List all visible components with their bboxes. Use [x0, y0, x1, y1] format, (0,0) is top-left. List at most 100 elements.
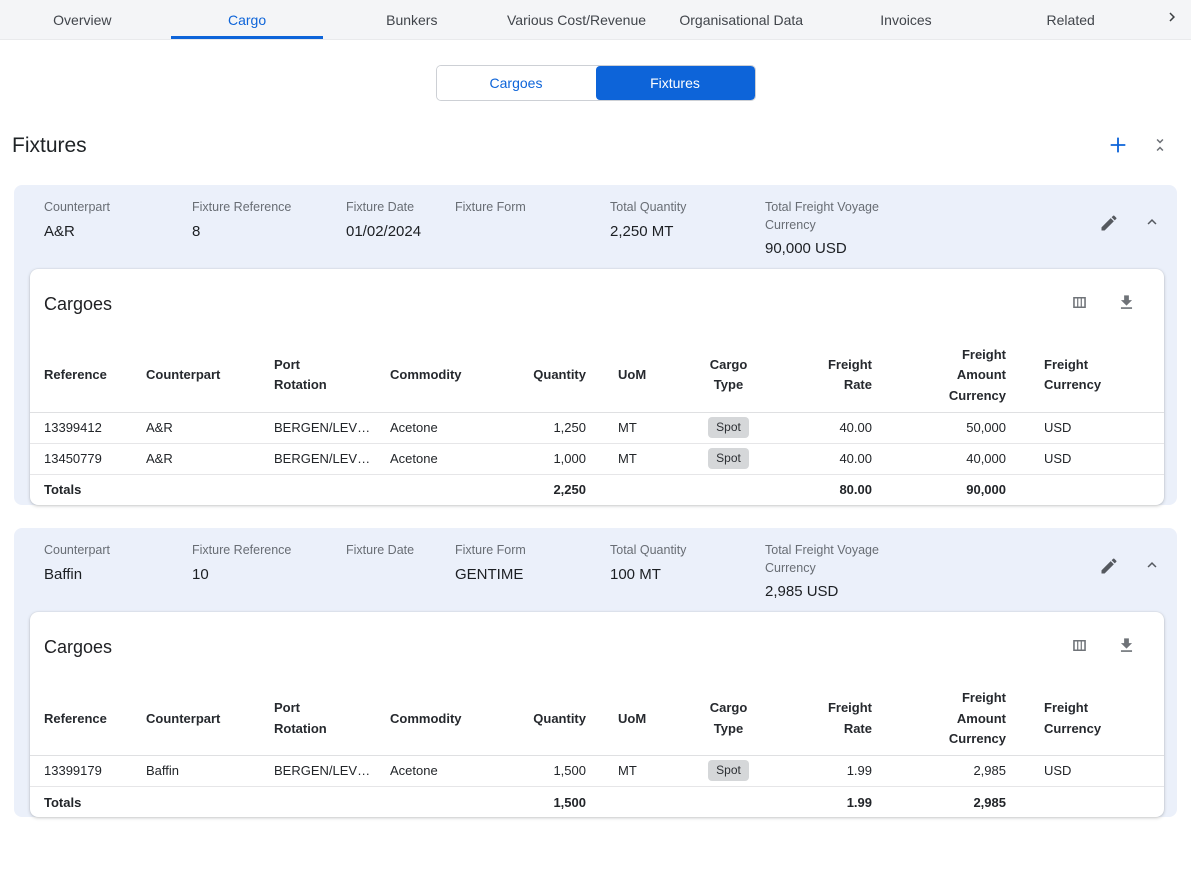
nav-tab-related[interactable]: Related	[988, 0, 1153, 39]
field-fixture-date: Fixture Date	[346, 542, 455, 602]
download-button[interactable]	[1115, 291, 1138, 317]
edit-fixture-button[interactable]	[1097, 554, 1121, 581]
nav-tab-cargo[interactable]: Cargo	[165, 0, 330, 39]
cell-port-rotation: BERGEN/LEV…	[274, 755, 390, 786]
cell-counterpart: A&R	[146, 443, 274, 474]
field-label: Counterpart	[44, 542, 182, 560]
totals-quantity: 2,250	[506, 474, 598, 505]
cargoes-table: Reference Counterpart Port Rotation Comm…	[30, 682, 1164, 817]
field-label: Fixture Form	[455, 199, 600, 217]
nav-tab-overview[interactable]: Overview	[0, 0, 165, 39]
fixtures-toggle-button[interactable]: Fixtures	[596, 66, 755, 100]
field-total-quantity: Total Quantity 2,250 MT	[610, 199, 765, 259]
nav-overflow-button[interactable]	[1153, 0, 1191, 39]
nav-tab-organisational-data[interactable]: Organisational Data	[659, 0, 824, 39]
field-fixture-date: Fixture Date 01/02/2024	[346, 199, 455, 259]
cell-freight-rate: 40.00	[776, 443, 884, 474]
unfold-less-icon	[1151, 136, 1169, 157]
field-fixture-form: Fixture Form	[455, 199, 610, 259]
totals-quantity: 1,500	[506, 786, 598, 817]
cell-freight-rate: 1.99	[776, 755, 884, 786]
download-button[interactable]	[1115, 634, 1138, 660]
field-counterpart: Counterpart Baffin	[44, 542, 192, 602]
add-fixture-button[interactable]	[1105, 132, 1131, 161]
cargo-type-badge: Spot	[708, 448, 749, 469]
cargo-row: 13399412 A&R BERGEN/LEV… Acetone 1,250 M…	[30, 412, 1164, 443]
field-total-freight-voyage-currency: Total Freight Voyage Currency 2,985 USD	[765, 542, 935, 602]
chevron-right-icon	[1163, 8, 1181, 31]
nav-tab-bunkers[interactable]: Bunkers	[329, 0, 494, 39]
col-quantity: Quantity	[506, 339, 598, 412]
totals-label: Totals	[30, 786, 146, 817]
collapse-all-button[interactable]	[1149, 134, 1171, 159]
collapse-fixture-button[interactable]	[1141, 211, 1163, 236]
totals-freight-amount-currency: 90,000	[884, 474, 1018, 505]
cell-freight-amount-currency: 2,985	[884, 755, 1018, 786]
view-columns-icon	[1070, 636, 1089, 658]
field-label: Total Freight Voyage Currency	[765, 542, 925, 577]
pencil-icon	[1099, 213, 1119, 236]
view-toggle: Cargoes Fixtures	[436, 65, 756, 101]
col-cargo-type: Cargo Type	[681, 339, 776, 412]
field-label: Fixture Date	[346, 199, 445, 217]
nav-tab-invoices[interactable]: Invoices	[824, 0, 989, 39]
cell-quantity: 1,500	[506, 755, 598, 786]
columns-button[interactable]	[1068, 634, 1091, 660]
cell-commodity: Acetone	[390, 755, 506, 786]
field-value: 2,250 MT	[610, 222, 755, 242]
cell-port-rotation: BERGEN/LEV…	[274, 443, 390, 474]
nav-tab-various-cost-revenue[interactable]: Various Cost/Revenue	[494, 0, 659, 39]
chevron-up-icon	[1143, 556, 1161, 577]
col-uom: UoM	[598, 339, 681, 412]
fixtures-section-header: Fixtures	[0, 101, 1191, 185]
col-counterpart: Counterpart	[146, 682, 274, 755]
cell-reference: 13450779	[30, 443, 146, 474]
cell-quantity: 1,000	[506, 443, 598, 474]
field-label: Total Quantity	[610, 199, 755, 217]
field-value: 100 MT	[610, 565, 755, 585]
col-freight-rate: Freight Rate	[776, 339, 884, 412]
col-freight-currency: Freight Currency	[1018, 339, 1164, 412]
field-value: 01/02/2024	[346, 222, 445, 242]
cell-uom: MT	[598, 443, 681, 474]
col-reference: Reference	[30, 682, 146, 755]
cell-uom: MT	[598, 412, 681, 443]
cargoes-card-header: Cargoes	[30, 269, 1164, 339]
cell-cargo-type: Spot	[681, 443, 776, 474]
columns-button[interactable]	[1068, 291, 1091, 317]
field-total-quantity: Total Quantity 100 MT	[610, 542, 765, 602]
field-label: Fixture Reference	[192, 542, 336, 560]
cargoes-table: Reference Counterpart Port Rotation Comm…	[30, 339, 1164, 505]
field-total-freight-voyage-currency: Total Freight Voyage Currency 90,000 USD	[765, 199, 935, 259]
cargo-row: 13450779 A&R BERGEN/LEV… Acetone 1,000 M…	[30, 443, 1164, 474]
plus-icon	[1107, 134, 1129, 159]
cargoes-table-actions	[1068, 291, 1138, 317]
cargoes-card-header: Cargoes	[30, 612, 1164, 682]
col-freight-rate: Freight Rate	[776, 682, 884, 755]
cell-cargo-type: Spot	[681, 412, 776, 443]
col-port-rotation: Port Rotation	[274, 682, 390, 755]
edit-fixture-button[interactable]	[1097, 211, 1121, 238]
collapse-fixture-button[interactable]	[1141, 554, 1163, 579]
cell-counterpart: A&R	[146, 412, 274, 443]
totals-row: Totals 1,500 1.99 2,985	[30, 786, 1164, 817]
totals-label: Totals	[30, 474, 146, 505]
fixture-actions	[1097, 542, 1163, 602]
field-value	[346, 565, 445, 584]
cell-reference: 13399412	[30, 412, 146, 443]
fixture-summary: Counterpart A&R Fixture Reference 8 Fixt…	[14, 185, 1177, 269]
cell-reference: 13399179	[30, 755, 146, 786]
cargoes-table-actions	[1068, 634, 1138, 660]
download-icon	[1117, 636, 1136, 658]
table-header-row: Reference Counterpart Port Rotation Comm…	[30, 339, 1164, 412]
col-reference: Reference	[30, 339, 146, 412]
field-fixture-reference: Fixture Reference 8	[192, 199, 346, 259]
cell-port-rotation: BERGEN/LEV…	[274, 412, 390, 443]
totals-freight-rate: 80.00	[776, 474, 884, 505]
field-value: 90,000 USD	[765, 239, 925, 259]
fixture-actions	[1097, 199, 1163, 259]
top-nav: Overview Cargo Bunkers Various Cost/Reve…	[0, 0, 1191, 40]
field-value: Baffin	[44, 565, 182, 585]
col-freight-amount-currency: Freight Amount Currency	[884, 682, 1018, 755]
cargoes-toggle-button[interactable]: Cargoes	[437, 66, 596, 100]
